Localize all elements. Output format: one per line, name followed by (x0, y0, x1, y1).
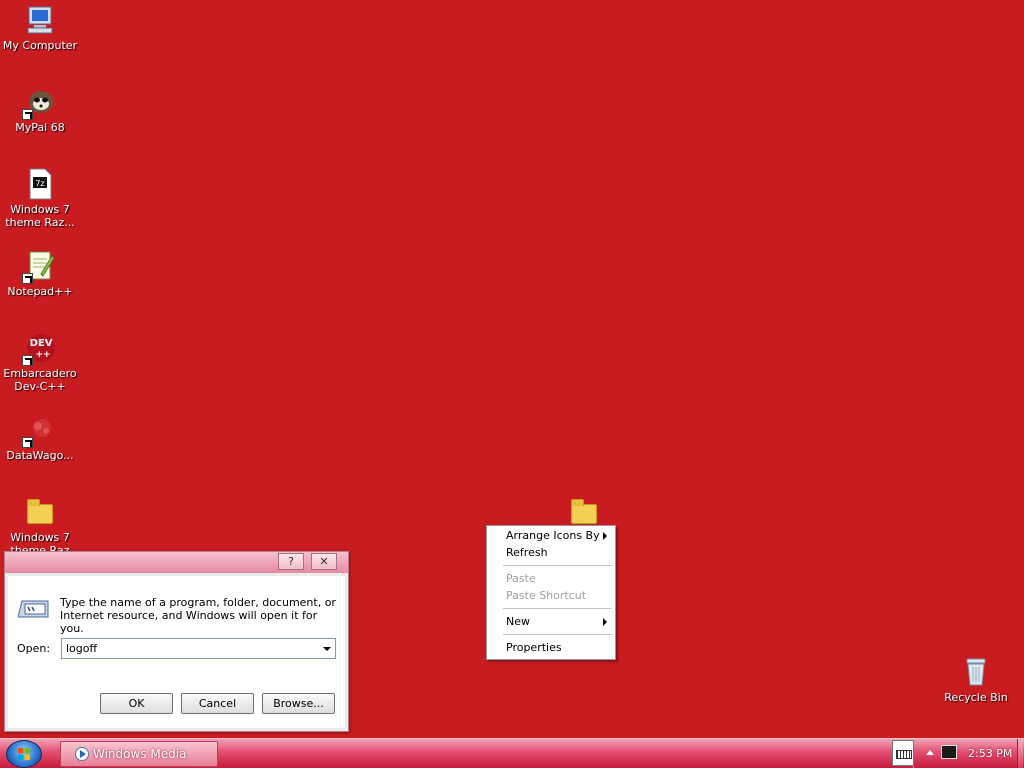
open-combobox[interactable]: logoff (61, 638, 336, 659)
desktop-icon-label: Notepad++ (7, 285, 73, 298)
run-program-icon (17, 597, 50, 621)
chevron-down-icon[interactable] (323, 647, 331, 651)
desktop-icon-dev-cpp[interactable]: DEV ++ Embarcadero Dev-C++ (1, 332, 79, 393)
cancel-button[interactable]: Cancel (181, 693, 254, 714)
shortcut-arrow-icon (22, 273, 33, 284)
dev-cpp-icon: DEV ++ (22, 332, 56, 366)
shortcut-arrow-icon (22, 355, 33, 366)
desktop-icon-label: Windows 7 theme Raz... (5, 203, 75, 229)
menu-separator (503, 608, 612, 609)
desktop-icon-theme-folder[interactable]: Windows 7 theme Raz (1, 496, 79, 557)
desktop-icon-notepad-plus-plus[interactable]: Notepad++ (1, 250, 79, 298)
shortcut-arrow-icon (22, 109, 33, 120)
windows-media-player-icon (75, 747, 89, 761)
computer-icon (24, 4, 56, 36)
submenu-arrow-icon (603, 532, 607, 540)
taskbar: Windows Media Pla... 2:53 PM (0, 738, 1024, 768)
display-tray-icon[interactable] (941, 745, 957, 759)
shortcut-arrow-icon (22, 437, 33, 448)
recycle-bin-icon (960, 656, 992, 688)
clock[interactable]: 2:53 PM (968, 747, 1012, 760)
folder-icon (568, 496, 600, 528)
notepad-plus-plus-icon (22, 250, 56, 284)
windows-logo-icon (18, 748, 30, 760)
help-button[interactable]: ? (278, 553, 304, 570)
menu-separator (503, 634, 612, 635)
svg-text:7z: 7z (35, 179, 44, 188)
7z-archive-icon: 7z (24, 168, 56, 200)
menu-item-refresh[interactable]: Refresh (487, 545, 615, 561)
menu-item-label: Paste Shortcut (506, 589, 587, 602)
menu-item-paste: Paste (487, 571, 615, 587)
run-dialog: ? ✕ Type the name of a program, folder, … (4, 551, 349, 732)
taskbar-button-label: Windows Media Pla... (93, 747, 187, 761)
desktop-icon-7z-archive[interactable]: 7z Windows 7 theme Raz... (1, 168, 79, 229)
close-button[interactable]: ✕ (311, 553, 337, 570)
show-desktop-button[interactable] (1017, 739, 1023, 768)
desktop-icon-label: MyPal 68 (15, 121, 65, 134)
menu-separator (503, 565, 612, 566)
menu-item-label: Paste (506, 572, 536, 585)
desktop-icon-datawagon[interactable]: DataWago... (1, 414, 79, 462)
menu-item-label: Properties (506, 641, 562, 654)
start-button[interactable] (6, 740, 42, 768)
mypal-browser-icon (22, 86, 56, 120)
open-label: Open: (17, 642, 51, 655)
show-hidden-icons-arrow-icon[interactable] (926, 750, 934, 755)
desktop-icon-recycle-bin[interactable]: Recycle Bin (937, 656, 1015, 704)
menu-item-arrange-icons-by[interactable]: Arrange Icons By (487, 528, 615, 544)
folder-icon (24, 496, 56, 528)
browse-button[interactable]: Browse... (262, 693, 335, 714)
ok-button[interactable]: OK (100, 693, 173, 714)
menu-item-new[interactable]: New (487, 614, 615, 630)
run-dialog-titlebar[interactable]: ? ✕ (5, 552, 348, 573)
desktop-icon-label: DataWago... (6, 449, 74, 462)
desktop-icon-label: My Computer (2, 39, 78, 52)
open-input[interactable]: logoff (66, 642, 97, 655)
taskbar-button-windows-media-player[interactable]: Windows Media Pla... (60, 741, 218, 767)
menu-item-properties[interactable]: Properties (487, 640, 615, 656)
desktop-icon-label: Recycle Bin (944, 691, 1008, 704)
menu-item-label: Arrange Icons By (506, 529, 600, 542)
menu-item-paste-shortcut: Paste Shortcut (487, 588, 615, 604)
desktop-context-menu: Arrange Icons By Refresh Paste Paste Sho… (486, 525, 616, 660)
datawagon-icon (22, 414, 56, 448)
desktop-icon-mypal[interactable]: MyPal 68 (1, 86, 79, 134)
run-dialog-description: Type the name of a program, folder, docu… (60, 596, 336, 635)
menu-item-label: New (506, 615, 530, 628)
desktop-icon-label: Embarcadero Dev-C++ (3, 367, 77, 393)
desktop-icon-my-computer[interactable]: My Computer (1, 4, 79, 52)
svg-text:++: ++ (35, 350, 50, 360)
menu-item-label: Refresh (506, 546, 548, 559)
submenu-arrow-icon (603, 618, 607, 626)
on-screen-keyboard-icon[interactable] (892, 740, 914, 766)
svg-text:DEV: DEV (30, 338, 53, 349)
